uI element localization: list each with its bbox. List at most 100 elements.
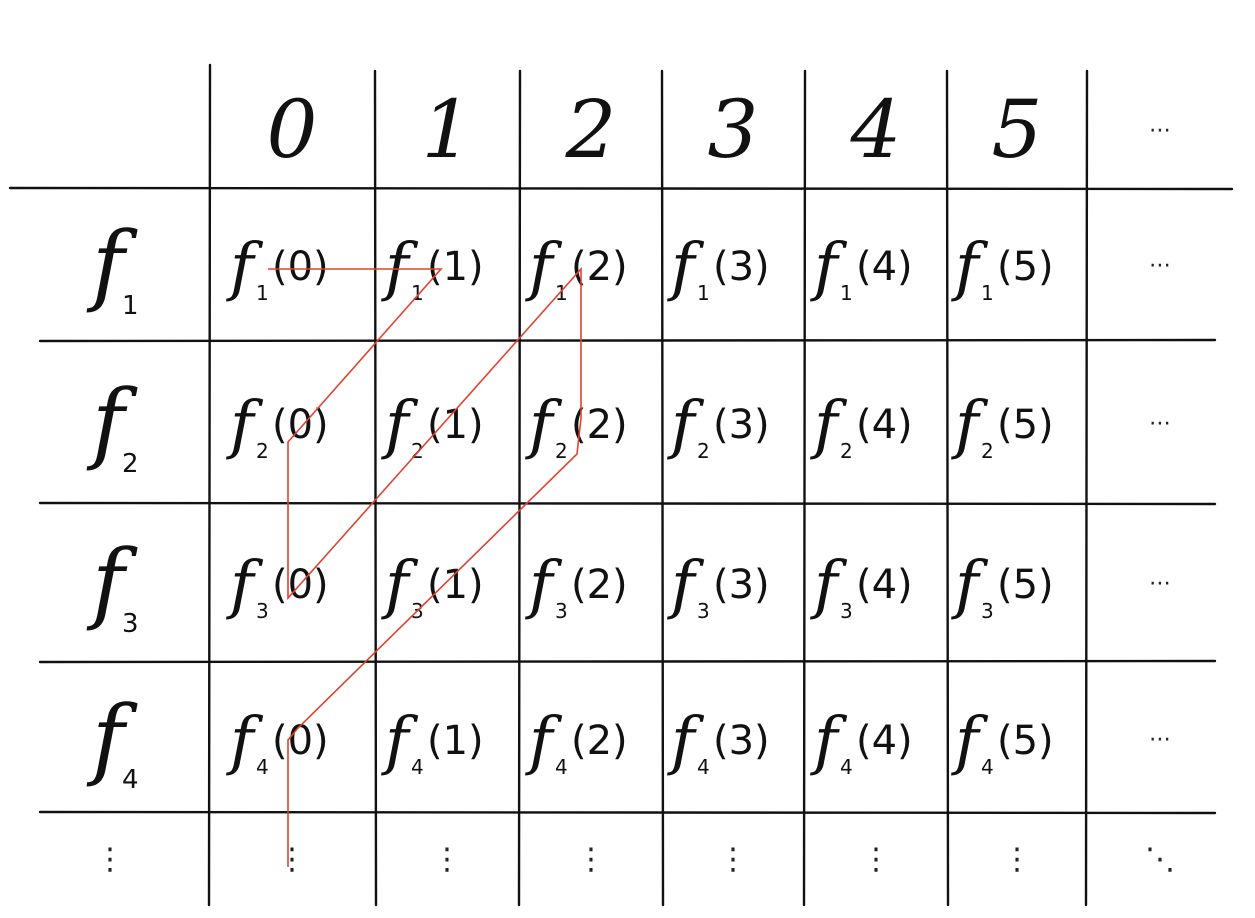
table-cell: f 1(5) <box>951 230 1054 305</box>
row-divider <box>38 338 1217 343</box>
column-header: 5 <box>992 83 1043 176</box>
cell-subscript: 1 <box>840 281 853 305</box>
row-label-subscript: 4 <box>122 765 139 795</box>
column-header: 0 <box>267 83 318 176</box>
column-divider <box>517 69 522 907</box>
cell-subscript: 1 <box>981 281 994 305</box>
table-canvas: 0 1 2 3 4 5 ⋯ f1f2f3f4 f 1(0) f 1(1) f 1(2) f 1(3) f 1(… <box>8 63 1234 907</box>
row-divider <box>38 501 1217 506</box>
table-cell: f 4(4) <box>810 704 913 779</box>
cell-subscript: 4 <box>411 755 424 779</box>
row-trailing-ellipsis: ⋯ <box>1149 571 1171 596</box>
table-cell: f 2(0) <box>226 388 329 463</box>
column-divider <box>660 69 665 907</box>
row-divider <box>38 810 1217 815</box>
cell-argument: (1) <box>427 562 484 608</box>
table-cell: f 4(1) <box>381 704 484 779</box>
cell-argument: (3) <box>713 244 770 290</box>
table-cell: f 1(0) <box>226 230 329 305</box>
cell-subscript: 4 <box>555 755 568 779</box>
cell-argument: (3) <box>713 402 770 448</box>
row-trailing-ellipsis: ⋯ <box>1149 411 1171 436</box>
column-divider <box>945 69 950 907</box>
cell-subscript: 4 <box>840 755 853 779</box>
cell-argument: (5) <box>997 562 1054 608</box>
cell-subscript: 3 <box>555 599 568 623</box>
table-cell: f 2(3) <box>667 388 770 463</box>
cell-argument: (4) <box>856 562 913 608</box>
row-label-subscript: 3 <box>122 609 139 639</box>
table-cell: f 4(0) <box>226 704 329 779</box>
table-cell: f 1(1) <box>381 230 484 305</box>
vertical-ellipsis: ⋮ <box>576 842 606 877</box>
cell-argument: (3) <box>713 718 770 764</box>
cell-subscript: 3 <box>697 599 710 623</box>
cell-argument: (1) <box>427 402 484 448</box>
cell-argument: (5) <box>997 402 1054 448</box>
cell-subscript: 1 <box>555 281 568 305</box>
cell-subscript: 1 <box>256 281 269 305</box>
row-divider <box>8 186 1234 191</box>
row-label: f2 <box>86 370 139 479</box>
cell-argument: (2) <box>571 244 628 290</box>
table-cell: f 3(5) <box>951 548 1054 623</box>
cell-subscript: 2 <box>840 439 853 463</box>
cell-subscript: 2 <box>981 439 994 463</box>
row-trailing-ellipsis: ⋯ <box>1149 253 1171 278</box>
table-cell: f 4(5) <box>951 704 1054 779</box>
row-divider <box>38 659 1217 664</box>
column-header: 1 <box>422 83 473 176</box>
cell-subscript: 2 <box>256 439 269 463</box>
diagonal-enumeration-diagram: 0 1 2 3 4 5 ⋯ f1f2f3f4 f 1 (0) f 1 (1) f 1 (2) f 1 (3) f 1(… <box>0 0 1255 918</box>
row-label-subscript: 1 <box>122 291 139 321</box>
column-header: 2 <box>565 83 617 176</box>
column-headers: 0 1 2 3 4 5 ⋯ <box>267 83 1171 176</box>
diagonal-ellipsis: ⋱ <box>1145 842 1175 877</box>
cell-subscript: 4 <box>256 755 269 779</box>
cell-argument: (5) <box>997 244 1054 290</box>
row-label: f1 <box>86 212 139 321</box>
row-label: f4 <box>86 686 139 795</box>
column-divider <box>207 63 212 907</box>
table-cell: f 3(0) <box>226 548 329 623</box>
row-label-subscript: 2 <box>122 449 139 479</box>
bottom-ellipsis-row: ⋮ ⋮ ⋮ ⋮ ⋮ ⋮ ⋮ ⋱ <box>95 842 1175 877</box>
table-cell: f 3(2) <box>525 548 628 623</box>
column-header-ellipsis: ⋯ <box>1149 118 1171 143</box>
row-trailing-ellipsis: ⋯ <box>1149 727 1171 752</box>
cell-subscript: 2 <box>411 439 424 463</box>
column-divider <box>1084 69 1089 907</box>
cell-argument: (3) <box>713 562 770 608</box>
column-divider <box>802 69 807 907</box>
cell-argument: (5) <box>997 718 1054 764</box>
cell-subscript: 1 <box>697 281 710 305</box>
column-header: 3 <box>708 83 759 176</box>
cell-argument: (2) <box>571 718 628 764</box>
table-cell: f 3(4) <box>810 548 913 623</box>
cell-subscript: 3 <box>981 599 994 623</box>
table-cell: f 1(4) <box>810 230 913 305</box>
cell-argument: (1) <box>427 244 484 290</box>
cell-argument: (0) <box>272 402 329 448</box>
cell-subscript: 4 <box>697 755 710 779</box>
vertical-ellipsis: ⋮ <box>277 842 307 877</box>
table-cell: f 4(3) <box>667 704 770 779</box>
vertical-ellipsis: ⋮ <box>95 842 125 877</box>
column-divider <box>373 69 378 907</box>
table-cell: f 2(1) <box>381 388 484 463</box>
vertical-ellipsis: ⋮ <box>432 842 462 877</box>
column-header: 4 <box>850 83 902 176</box>
table-cell: f 1(3) <box>667 230 770 305</box>
table-cell: f 1(2) <box>525 230 628 305</box>
cell-subscript: 2 <box>697 439 710 463</box>
cell-argument: (2) <box>571 562 628 608</box>
table-cell: f 2(5) <box>951 388 1054 463</box>
cell-argument: (4) <box>856 718 913 764</box>
cell-subscript: 2 <box>555 439 568 463</box>
cell-subscript: 4 <box>981 755 994 779</box>
table-cell: f 3(3) <box>667 548 770 623</box>
table-cell: f 2(2) <box>525 388 628 463</box>
table-cell: f 2(4) <box>810 388 913 463</box>
table-cell: f 4(2) <box>525 704 628 779</box>
vertical-ellipsis: ⋮ <box>718 842 748 877</box>
